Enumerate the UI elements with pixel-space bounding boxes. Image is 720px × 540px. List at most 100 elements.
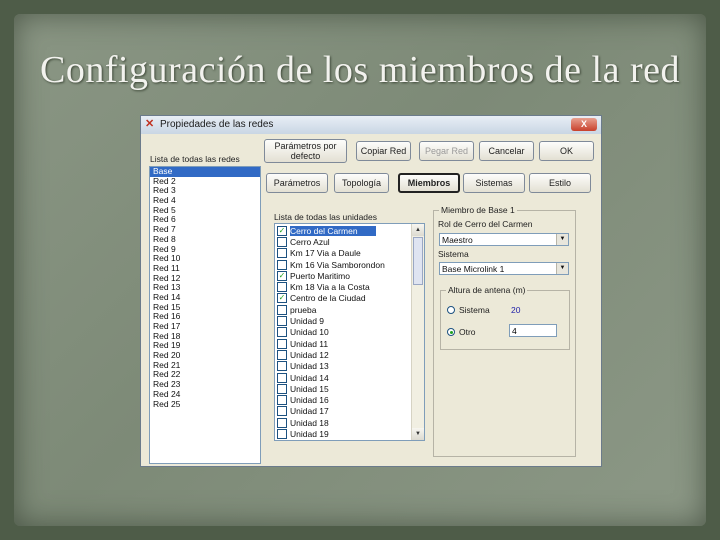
dialog-title: Propiedades de las redes <box>160 119 274 130</box>
radio-other-label: Otro <box>459 327 476 337</box>
paste-network-button[interactable]: Pegar Red <box>419 141 474 161</box>
unit-label: Unidad 10 <box>290 327 329 338</box>
ok-button[interactable]: OK <box>539 141 594 161</box>
units-label: Lista de todas las unidades <box>274 212 378 222</box>
role-label: Rol de Cerro del Carmen <box>438 219 533 229</box>
unit-label: Puerto Maritimo <box>290 270 350 281</box>
unit-list-item[interactable]: Unidad 10 <box>275 327 411 338</box>
role-value: Maestro <box>442 235 473 245</box>
unit-list-item[interactable]: Unidad 13 <box>275 361 411 372</box>
cancel-button[interactable]: Cancelar <box>479 141 534 161</box>
checkbox-icon[interactable] <box>277 417 287 428</box>
checkbox-icon[interactable] <box>277 395 287 406</box>
unit-label: Unidad 16 <box>290 395 329 406</box>
unit-label: Unidad 17 <box>290 406 329 417</box>
unit-list-item[interactable]: prueba <box>275 304 411 315</box>
tab-miembros[interactable]: Miembros <box>398 173 460 193</box>
checkbox-icon[interactable] <box>277 282 287 293</box>
member-group: Miembro de Base 1 Rol de Cerro del Carme… <box>433 205 576 457</box>
scroll-down-icon[interactable]: ▼ <box>412 428 424 440</box>
radio-system-label: Sistema <box>459 305 490 315</box>
checkbox-icon[interactable] <box>277 428 287 439</box>
system-height-value: 20 <box>511 305 521 315</box>
unit-label: prueba <box>290 304 317 315</box>
radio-other[interactable] <box>447 328 455 336</box>
unit-label: Centro de la Ciudad <box>290 293 366 304</box>
unit-list-item[interactable]: Unidad 12 <box>275 349 411 360</box>
chevron-down-icon[interactable]: ▼ <box>556 263 568 274</box>
unit-label: Unidad 12 <box>290 349 329 360</box>
member-group-title: Miembro de Base 1 <box>439 205 517 215</box>
unit-list-item[interactable]: ✓ Centro de la Ciudad <box>275 293 411 304</box>
tab-parametros[interactable]: Parámetros <box>266 173 328 193</box>
unit-list-item[interactable]: Unidad 9 <box>275 315 411 327</box>
close-button[interactable]: X <box>571 118 597 131</box>
unit-list-item[interactable]: Km 18 Via a la Costa <box>275 281 411 293</box>
unit-list-item[interactable]: Unidad 19 <box>275 428 411 439</box>
antenna-group: Altura de antena (m) Sistema 20 Otro 4 <box>440 285 570 350</box>
unit-list-item[interactable]: Unidad 17 <box>275 406 411 417</box>
unit-label: Unidad 13 <box>290 361 329 372</box>
checkbox-icon[interactable] <box>277 236 287 247</box>
copy-network-button[interactable]: Copiar Red <box>356 141 411 161</box>
unit-label: Km 16 Via Samborondon <box>290 259 385 270</box>
unit-label: Cerro Azul <box>290 236 330 247</box>
unit-list-item[interactable]: Unidad 15 <box>275 383 411 394</box>
scroll-up-icon[interactable]: ▲ <box>412 224 424 236</box>
scroll-thumb[interactable] <box>413 237 423 285</box>
unit-list-item[interactable]: Unidad 16 <box>275 394 411 406</box>
unit-list-item[interactable]: ✓ Puerto Maritimo <box>275 270 411 281</box>
dialog-titlebar[interactable]: ✕ Propiedades de las redes X <box>141 116 601 134</box>
unit-list-item[interactable]: Unidad 14 <box>275 372 411 383</box>
checkbox-icon[interactable] <box>277 304 287 315</box>
unit-list-item[interactable]: Cerro Azul <box>275 236 411 247</box>
unit-label: Cerro del Carmen <box>290 225 376 236</box>
checkbox-checked-icon[interactable]: ✓ <box>277 293 287 304</box>
tab-sistemas[interactable]: Sistemas <box>463 173 525 193</box>
checkbox-icon[interactable] <box>277 361 287 372</box>
unit-label: Km 17 Via a Daule <box>290 248 361 259</box>
units-list[interactable]: ✓ Cerro del Carmen Cerro Azul Km 17 Via a D… <box>274 223 425 441</box>
chevron-down-icon[interactable]: ▼ <box>556 234 568 245</box>
system-label: Sistema <box>438 249 469 259</box>
checkbox-checked-icon[interactable]: ✓ <box>277 270 287 281</box>
radio-system[interactable] <box>447 306 455 314</box>
app-icon: ✕ <box>145 118 155 130</box>
unit-label: Km 18 Via a la Costa <box>290 282 370 293</box>
slide-title: Configuración de los miembros de la red <box>39 49 680 91</box>
unit-label: Unidad 11 <box>290 338 329 349</box>
unit-label: Unidad 19 <box>290 428 329 439</box>
tab-estilo[interactable]: Estilo <box>529 173 591 193</box>
units-scrollbar[interactable]: ▲ ▼ <box>411 224 424 440</box>
unit-label: Unidad 15 <box>290 383 329 394</box>
checkbox-icon[interactable] <box>277 406 287 417</box>
unit-list-item[interactable]: Unidad 11 <box>275 338 411 349</box>
checkbox-icon[interactable] <box>277 338 287 349</box>
checkbox-icon[interactable] <box>277 383 287 394</box>
checkbox-icon[interactable] <box>277 248 287 259</box>
checkbox-icon[interactable] <box>277 327 287 338</box>
checkbox-checked-icon[interactable]: ✓ <box>277 225 287 236</box>
unit-list-item[interactable]: Km 17 Via a Daule <box>275 248 411 259</box>
system-select[interactable]: Base Microlink 1 ▼ <box>439 262 569 275</box>
unit-label: Unidad 18 <box>290 417 329 428</box>
unit-list-item[interactable]: Km 16 Via Samborondon <box>275 259 411 270</box>
role-select[interactable]: Maestro ▼ <box>439 233 569 246</box>
unit-label: Unidad 9 <box>290 316 325 327</box>
checkbox-icon[interactable] <box>277 349 287 360</box>
networks-label: Lista de todas las redes <box>150 154 240 164</box>
antenna-group-title: Altura de antena (m) <box>446 285 528 295</box>
checkbox-icon[interactable] <box>277 372 287 383</box>
checkbox-icon[interactable] <box>277 316 287 327</box>
unit-list-item[interactable]: ✓ Cerro del Carmen <box>275 225 411 236</box>
defaults-button[interactable]: Parámetros por defecto <box>264 139 347 163</box>
checkbox-icon[interactable] <box>277 259 287 270</box>
tab-topologia[interactable]: Topología <box>334 173 389 193</box>
properties-dialog: ✕ Propiedades de las redes X Parámetros … <box>140 115 602 467</box>
unit-label: Unidad 14 <box>290 372 329 383</box>
network-list-item[interactable]: Red 25 <box>150 399 260 410</box>
networks-list[interactable]: Base Red 2 Red 3 Red 4 Red 5 Red 6 Red 7 Red 8R… <box>149 166 261 464</box>
system-value: Base Microlink 1 <box>442 264 505 274</box>
unit-list-item[interactable]: Unidad 18 <box>275 417 411 428</box>
other-height-input[interactable]: 4 <box>509 324 557 337</box>
